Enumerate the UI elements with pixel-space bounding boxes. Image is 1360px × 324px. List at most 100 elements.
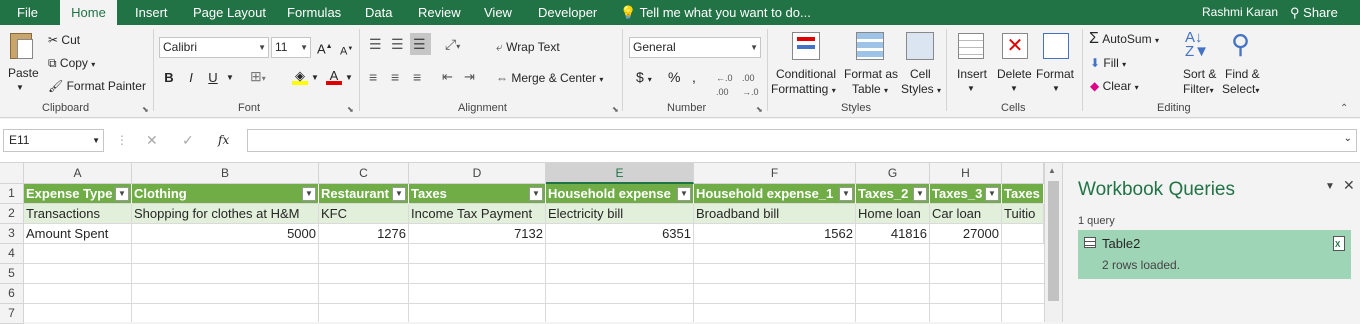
filter-dropdown-icon[interactable]: ▼ — [302, 187, 316, 201]
increase-indent-icon[interactable]: ⇥ — [464, 70, 475, 84]
comma-button[interactable]: , — [692, 70, 696, 84]
tab-page-layout[interactable]: Page Layout — [193, 0, 266, 25]
tab-view[interactable]: View — [484, 0, 512, 25]
top-align-icon[interactable]: ☰ — [369, 37, 382, 51]
filter-dropdown-icon[interactable]: ▼ — [985, 187, 999, 201]
bottom-align-button[interactable]: ☰ — [410, 33, 431, 55]
expand-formula-icon[interactable]: ⌄ — [1344, 133, 1352, 144]
dialog-launcher-icon[interactable]: ⬊ — [612, 105, 619, 114]
align-left-icon[interactable]: ≡ — [369, 70, 377, 84]
dialog-launcher-icon[interactable]: ⬊ — [756, 105, 763, 114]
copy-button[interactable]: ⧉ Copy ▾ — [48, 56, 95, 72]
table-cell[interactable]: Income Tax Payment — [409, 204, 546, 224]
font-name-combo[interactable]: Calibri ▼ — [159, 37, 269, 58]
table-cell[interactable]: 27000 — [930, 224, 1002, 244]
tab-developer[interactable]: Developer — [538, 0, 597, 25]
row-header[interactable]: 5 — [0, 264, 24, 284]
filter-dropdown-icon[interactable]: ▼ — [913, 187, 927, 201]
table-cell[interactable]: Broadband bill — [694, 204, 856, 224]
row-header[interactable]: 1 — [0, 184, 24, 204]
column-header[interactable]: G — [856, 163, 930, 184]
enter-icon[interactable]: ✓ — [182, 133, 194, 147]
column-header[interactable]: H — [930, 163, 1002, 184]
table-cell[interactable]: 41816 — [856, 224, 930, 244]
row-header[interactable]: 4 — [0, 244, 24, 264]
borders-icon[interactable]: ⊞▾ — [250, 69, 266, 86]
format-painter-button[interactable]: 🖌 Format Painter — [48, 79, 146, 93]
scroll-up-icon[interactable]: ▲ — [1048, 166, 1056, 175]
italic-button[interactable]: I — [182, 68, 200, 88]
close-icon[interactable]: ✕ — [1343, 177, 1355, 194]
table-header-cell[interactable]: Taxes_3 ▼ — [930, 184, 1002, 204]
column-header[interactable]: A — [24, 163, 132, 184]
currency-button[interactable]: $ ▾ — [636, 70, 652, 87]
decrease-decimal-icon[interactable]: .00 →.0 — [742, 71, 759, 99]
table-cell[interactable] — [1002, 224, 1044, 244]
table-cell[interactable]: KFC — [319, 204, 409, 224]
share-button[interactable]: ⚲ Share — [1290, 0, 1338, 25]
increase-decimal-icon[interactable]: ←.0.00 — [716, 71, 733, 99]
table-header-cell[interactable]: Household expense ▼ — [546, 184, 694, 204]
table-header-cell[interactable]: Expense Type ▼ — [24, 184, 132, 204]
table-cell[interactable]: Home loan — [856, 204, 930, 224]
table-cell[interactable]: 6351 — [546, 224, 694, 244]
grow-font-button[interactable]: A▲ — [317, 40, 333, 56]
table-cell[interactable]: Car loan — [930, 204, 1002, 224]
filter-dropdown-icon[interactable]: ▼ — [529, 187, 543, 201]
merge-center-button[interactable]: ⇔ Merge & Center ▾ — [496, 71, 603, 87]
table-cell[interactable]: 7132 — [409, 224, 546, 244]
underline-button[interactable]: U — [204, 68, 222, 88]
table-header-cell[interactable]: Taxes ▼ — [409, 184, 546, 204]
row-header[interactable]: 7 — [0, 304, 24, 324]
row-header[interactable]: 6 — [0, 284, 24, 304]
row-header[interactable]: 3 — [0, 224, 24, 244]
table-cell[interactable]: 1276 — [319, 224, 409, 244]
name-box[interactable]: E11 ▼ — [3, 129, 104, 152]
filter-dropdown-icon[interactable]: ▼ — [677, 187, 691, 201]
decrease-indent-icon[interactable]: ⇤ — [442, 70, 453, 84]
filter-dropdown-icon[interactable]: ▼ — [392, 187, 406, 201]
table-header-cell[interactable]: Taxes — [1002, 184, 1044, 204]
column-header[interactable]: C — [319, 163, 409, 184]
chevron-down-icon[interactable]: ▼ — [226, 71, 234, 85]
align-center-icon[interactable]: ≡ — [391, 70, 399, 84]
clear-button[interactable]: ◆ Clear ▾ — [1090, 79, 1139, 95]
table-cell[interactable]: Amount Spent — [24, 224, 132, 244]
table-header-cell[interactable]: Restaurant ▼ — [319, 184, 409, 204]
middle-align-icon[interactable]: ☰ — [391, 37, 404, 51]
table-header-cell[interactable]: Clothing ▼ — [132, 184, 319, 204]
scroll-thumb[interactable] — [1048, 181, 1059, 301]
chevron-down-icon[interactable]: ▼ — [345, 71, 353, 85]
tab-home[interactable]: Home — [60, 0, 117, 26]
column-header[interactable]: E — [546, 163, 694, 184]
vertical-scrollbar[interactable]: ▲ — [1044, 163, 1062, 322]
column-header[interactable]: F — [694, 163, 856, 184]
column-header[interactable]: D — [409, 163, 546, 184]
insert-function-button[interactable]: fx — [218, 133, 229, 147]
table-cell[interactable]: Tuitio — [1002, 204, 1044, 224]
font-color-icon[interactable]: A — [326, 69, 342, 85]
percent-button[interactable]: % — [668, 70, 680, 84]
row-header[interactable]: 2 — [0, 204, 24, 224]
filter-dropdown-icon[interactable]: ▼ — [115, 187, 129, 201]
table-header-cell[interactable]: Household expense_1 ▼ — [694, 184, 856, 204]
select-all-corner[interactable] — [0, 163, 24, 184]
cancel-icon[interactable]: ✕ — [146, 133, 158, 147]
fill-button[interactable]: ⬇ Fill ▾ — [1090, 56, 1126, 72]
pane-options-icon[interactable]: ▼ — [1325, 181, 1335, 192]
tab-file[interactable]: File — [17, 0, 38, 25]
table-cell[interactable]: Transactions — [24, 204, 132, 224]
tab-review[interactable]: Review — [418, 0, 461, 25]
tab-data[interactable]: Data — [365, 0, 392, 25]
collapse-ribbon-icon[interactable]: ⌃ — [1340, 102, 1348, 116]
formula-input[interactable]: ⌄ — [247, 129, 1357, 152]
dialog-launcher-icon[interactable]: ⬊ — [347, 105, 354, 114]
user-name[interactable]: Rashmi Karan — [1202, 0, 1278, 25]
filter-dropdown-icon[interactable]: ▼ — [839, 187, 853, 201]
fill-color-icon[interactable]: ◈ — [292, 69, 308, 85]
cut-button[interactable]: ✂ Cut — [48, 33, 80, 47]
tell-me-box[interactable]: 💡 Tell me what you want to do... — [620, 0, 811, 25]
bold-button[interactable]: B — [160, 68, 178, 88]
column-header[interactable] — [1002, 163, 1044, 184]
chevron-down-icon[interactable]: ▼ — [311, 71, 319, 85]
